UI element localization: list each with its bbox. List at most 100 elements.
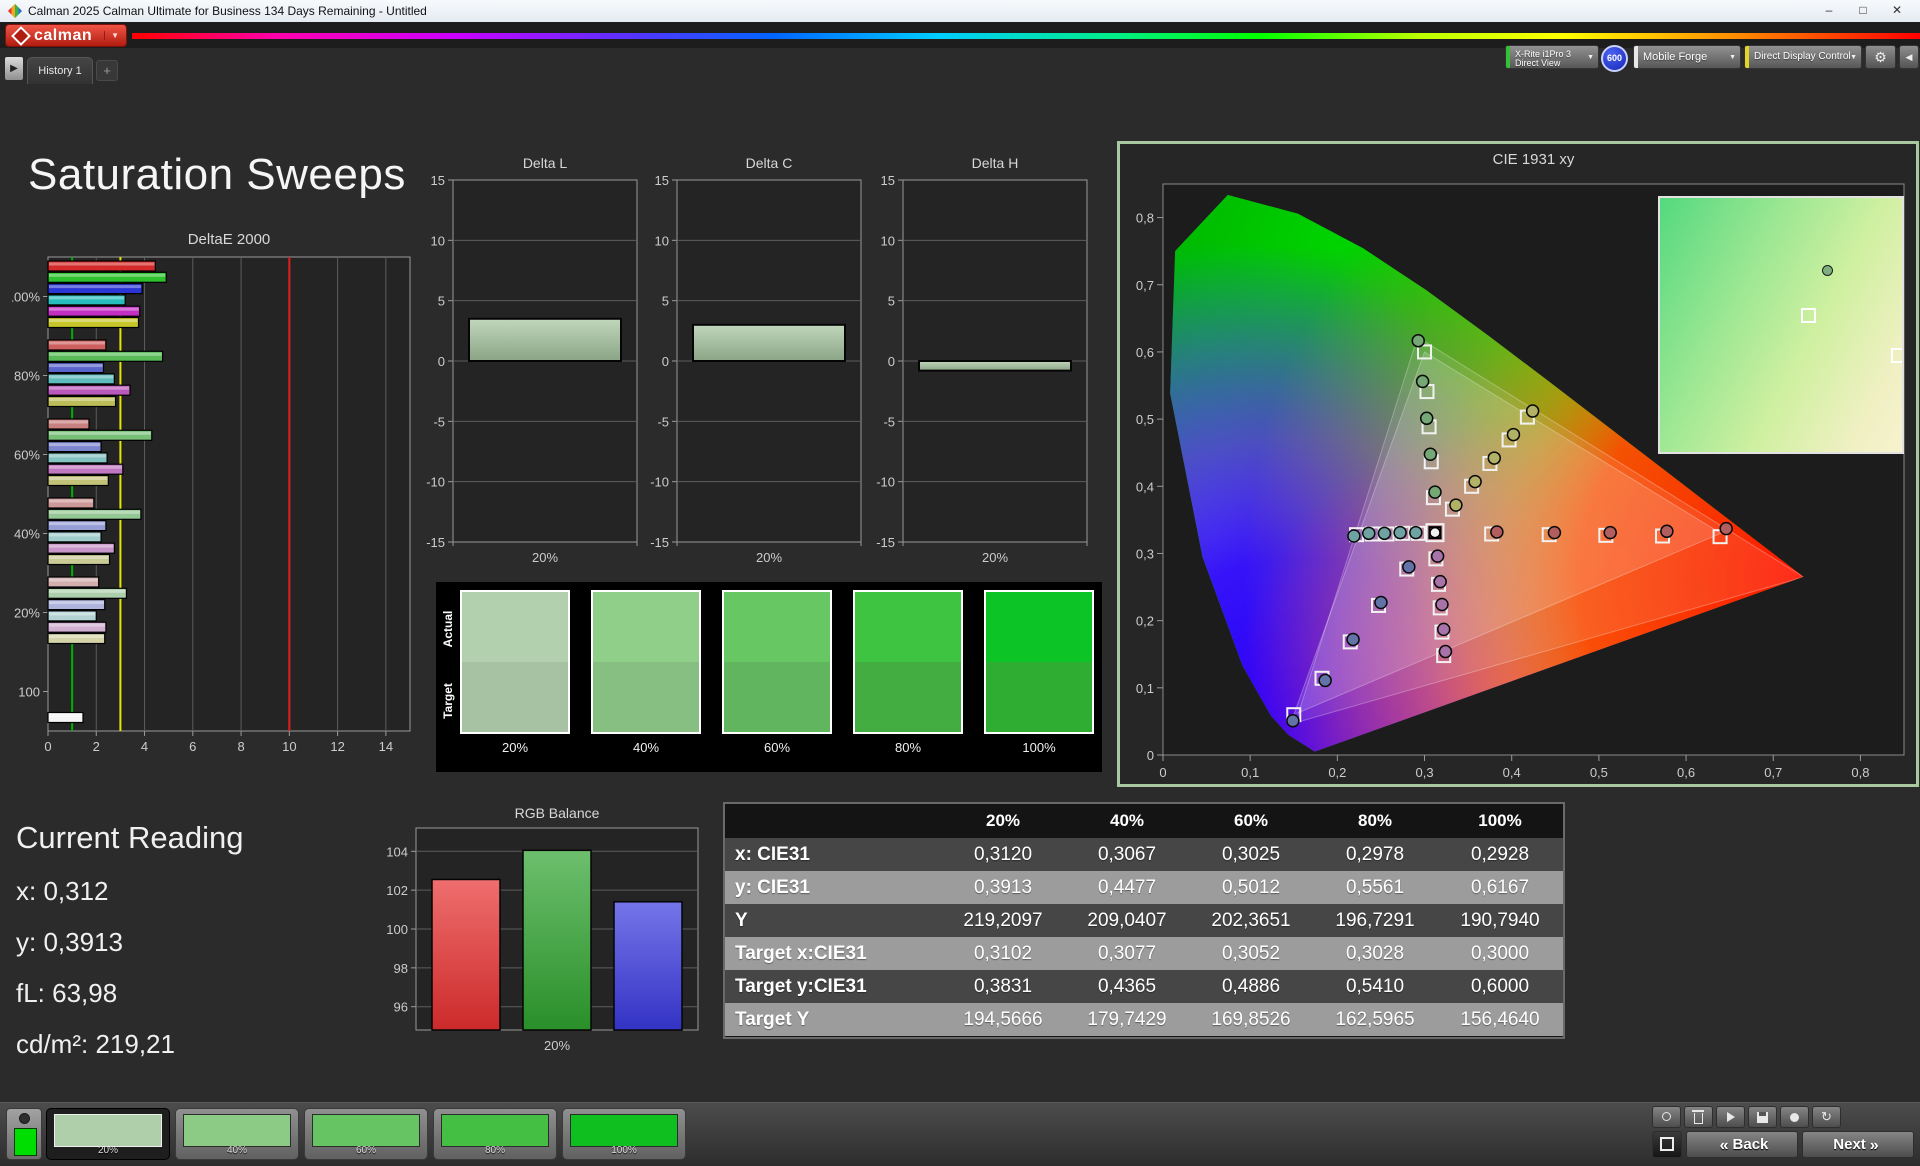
swatch-row-label: Target: [441, 683, 455, 719]
svg-text:0,2: 0,2: [1328, 765, 1346, 780]
stop-button[interactable]: [1652, 1131, 1682, 1158]
measured-point-magenta: [1436, 622, 1451, 637]
svg-text:0,8: 0,8: [1136, 211, 1154, 226]
source-status-accent: [1634, 46, 1638, 68]
settings-button[interactable]: ⚙: [1865, 45, 1896, 69]
delete-button[interactable]: [1684, 1106, 1713, 1128]
rgb-balance-chart[interactable]: RGB Balance 96 98 100 102 104 20%: [380, 806, 710, 1062]
table-row-label: y: CIE31: [725, 871, 941, 904]
chevron-down-icon: ▼: [104, 31, 119, 40]
svg-text:80%: 80%: [14, 369, 40, 384]
deltae-bar: [47, 350, 164, 362]
reading-cdm2: cd/m²: 219,21: [16, 1029, 175, 1059]
cie-zoom-inset: [1658, 196, 1904, 454]
patch-tile-label: 40%: [226, 1145, 247, 1156]
measured-point-yellow: [1487, 451, 1502, 465]
swatch-actual: [724, 592, 830, 662]
meter-dropdown[interactable]: X-Rite i1Pro 3 Direct View ▼: [1505, 45, 1599, 69]
table-value: 0,5012: [1189, 871, 1313, 904]
measured-point-red: [1719, 521, 1733, 536]
delta-c-chart[interactable]: Delta C 15 10 5 0 -5 -10 -15 20%: [649, 152, 874, 577]
svg-text:15: 15: [431, 173, 445, 188]
swatch-target: [855, 662, 961, 732]
patch-tile-label: 60%: [355, 1145, 376, 1156]
swatch-row-label: Actual: [441, 610, 455, 648]
deltae-bar: [47, 520, 107, 532]
record-button[interactable]: [1780, 1106, 1809, 1128]
svg-text:8: 8: [237, 739, 244, 754]
svg-text:60%: 60%: [14, 448, 40, 463]
svg-text:0,4: 0,4: [1503, 765, 1521, 780]
svg-text:40%: 40%: [14, 527, 40, 542]
patch-tile-80%[interactable]: 80%: [433, 1108, 557, 1160]
svg-text:-10: -10: [426, 475, 445, 490]
svg-text:20%: 20%: [982, 550, 1008, 565]
deltae-2000-chart[interactable]: DeltaE 2000 0 2 4 6 8 10 12 14 100% 80% 60% 40% 20% 10…: [12, 228, 422, 768]
svg-text:100%: 100%: [12, 290, 40, 305]
table-value: 196,7291: [1313, 904, 1437, 937]
svg-text:5: 5: [888, 294, 895, 309]
add-tab-button[interactable]: +: [96, 60, 118, 81]
display-control-dropdown[interactable]: Direct Display Control ▼: [1744, 45, 1862, 69]
table-value: 162,5965: [1313, 1003, 1437, 1036]
svg-text:0,1: 0,1: [1136, 681, 1154, 696]
table-value: 0,4365: [1065, 970, 1189, 1003]
display-control-name: Direct Display Control: [1754, 51, 1851, 62]
measured-point-green: [1415, 374, 1430, 389]
delta-l-chart[interactable]: Delta L 15 10 5 0 -5 -10 -15 20%: [425, 152, 650, 577]
svg-text:0,7: 0,7: [1136, 278, 1154, 293]
svg-text:Delta C: Delta C: [746, 155, 793, 171]
swatch-target: [593, 662, 699, 732]
delta-h-chart[interactable]: Delta H 15 10 5 0 -5 -10 -15 20%: [875, 152, 1100, 577]
back-button[interactable]: «Back: [1686, 1131, 1798, 1158]
source-dropdown[interactable]: Mobile Forge ▼: [1633, 45, 1741, 69]
table-value: 156,4640: [1437, 1003, 1563, 1036]
table-corner: [725, 804, 941, 838]
play-icon: [1726, 1112, 1735, 1122]
measured-point-magenta: [1435, 597, 1449, 612]
calman-menu-button[interactable]: calman ▼: [5, 24, 127, 47]
current-reading: Current Reading x: 0,312 y: 0,3913 fL: 6…: [16, 820, 243, 1080]
swatch-target: [724, 662, 830, 732]
svg-text:RGB Balance: RGB Balance: [515, 806, 600, 821]
patch-window-tile[interactable]: [6, 1108, 42, 1160]
table-row-label: Target x:CIE31: [725, 937, 941, 970]
patch-tile-20%[interactable]: 20%: [46, 1108, 170, 1160]
inset-square: [1891, 348, 1902, 364]
reading-y: y: 0,3913: [16, 927, 123, 957]
svg-text:-15: -15: [426, 535, 445, 550]
table-value: 0,2978: [1313, 838, 1437, 871]
measured-point-blue: [1286, 713, 1300, 728]
record-icon: [1790, 1113, 1799, 1122]
minimize-button[interactable]: –: [1812, 0, 1846, 22]
window-title: Calman 2025 Calman Ultimate for Business…: [28, 4, 427, 18]
save-button[interactable]: [1748, 1106, 1777, 1128]
swatch-pair-80%: [853, 590, 963, 734]
close-button[interactable]: ✕: [1880, 0, 1914, 22]
measured-point-yellow: [1506, 427, 1521, 442]
tab-history-1[interactable]: History 1: [27, 57, 93, 84]
collapse-panel-button[interactable]: ◀: [1899, 45, 1919, 69]
next-label: Next: [1833, 1136, 1866, 1153]
table-value: 0,3067: [1065, 838, 1189, 871]
svg-text:-5: -5: [657, 414, 669, 429]
table-col-header: 100%: [1437, 804, 1563, 838]
svg-text:Delta H: Delta H: [972, 155, 1019, 171]
next-button[interactable]: Next»: [1802, 1131, 1914, 1158]
play-button[interactable]: [1716, 1106, 1745, 1128]
rgb-bar-red: [431, 878, 501, 1031]
meter-sync-badge[interactable]: 600: [1601, 45, 1628, 72]
patch-tile-100%[interactable]: 100%: [562, 1108, 686, 1160]
svg-text:0,6: 0,6: [1677, 765, 1695, 780]
meter-read-button[interactable]: [1652, 1106, 1681, 1128]
swatch-percent-label: 60%: [763, 740, 791, 755]
table-row: Target x:CIE31 0,3102 0,3077 0,3052 0,3028 0,…: [725, 937, 1563, 970]
maximize-button[interactable]: □: [1846, 0, 1880, 22]
delta-h-bar: [918, 360, 1072, 372]
patch-tile-40%[interactable]: 40%: [175, 1108, 299, 1160]
svg-text:0,3: 0,3: [1136, 546, 1154, 561]
patch-tile-60%[interactable]: 60%: [304, 1108, 428, 1160]
refresh-button[interactable]: ↻: [1812, 1106, 1841, 1128]
run-tab-button[interactable]: ▶: [4, 56, 24, 81]
stop-icon: [1660, 1137, 1674, 1151]
